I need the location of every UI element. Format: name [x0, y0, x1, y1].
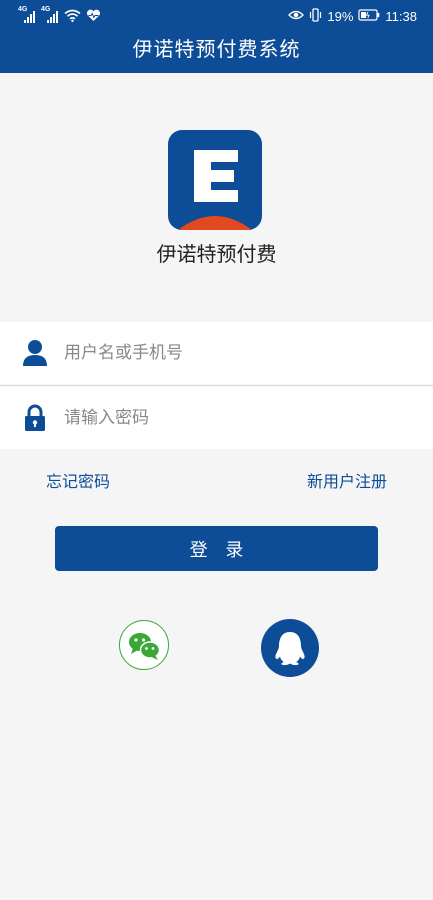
- wifi-icon: [64, 9, 81, 25]
- user-icon: [22, 339, 48, 367]
- app-logo: [168, 130, 262, 230]
- network-type-label: 4G: [18, 6, 28, 13]
- username-input[interactable]: [64, 336, 404, 370]
- wechat-login-button[interactable]: [119, 620, 169, 670]
- battery-percent: 19%: [327, 9, 354, 24]
- eye-comfort-icon: [288, 9, 305, 24]
- status-right-icons: 19% 11:38: [288, 8, 417, 25]
- qq-login-button[interactable]: [261, 619, 319, 677]
- username-row: [0, 322, 433, 384]
- app-header: 伊诺特预付费系统: [0, 34, 433, 73]
- login-button[interactable]: 登 录: [55, 526, 378, 571]
- qq-icon: [275, 632, 305, 666]
- network-type-label: 4G: [41, 6, 51, 13]
- heart-monitor-icon: [86, 9, 101, 25]
- wechat-icon: [129, 633, 161, 660]
- field-divider: [0, 385, 433, 386]
- forgot-password-link[interactable]: 忘记密码: [46, 468, 110, 492]
- vibrate-icon: [309, 8, 322, 25]
- status-left-icons: 4G 4G: [18, 6, 101, 25]
- clock-time: 11:38: [385, 9, 417, 24]
- lock-icon: [22, 404, 48, 432]
- battery-icon: [358, 9, 380, 24]
- cellular-signal-icon: 4G: [18, 6, 36, 24]
- status-bar: 4G 4G 19% 11:38: [0, 0, 433, 34]
- password-row: [0, 387, 433, 449]
- register-link[interactable]: 新用户注册: [307, 468, 387, 492]
- cellular-signal-icon: 4G: [41, 6, 59, 24]
- app-title: 伊诺特预付费系统: [132, 37, 301, 61]
- password-input[interactable]: [64, 401, 404, 435]
- brand-name: 伊诺特预付费: [156, 242, 277, 266]
